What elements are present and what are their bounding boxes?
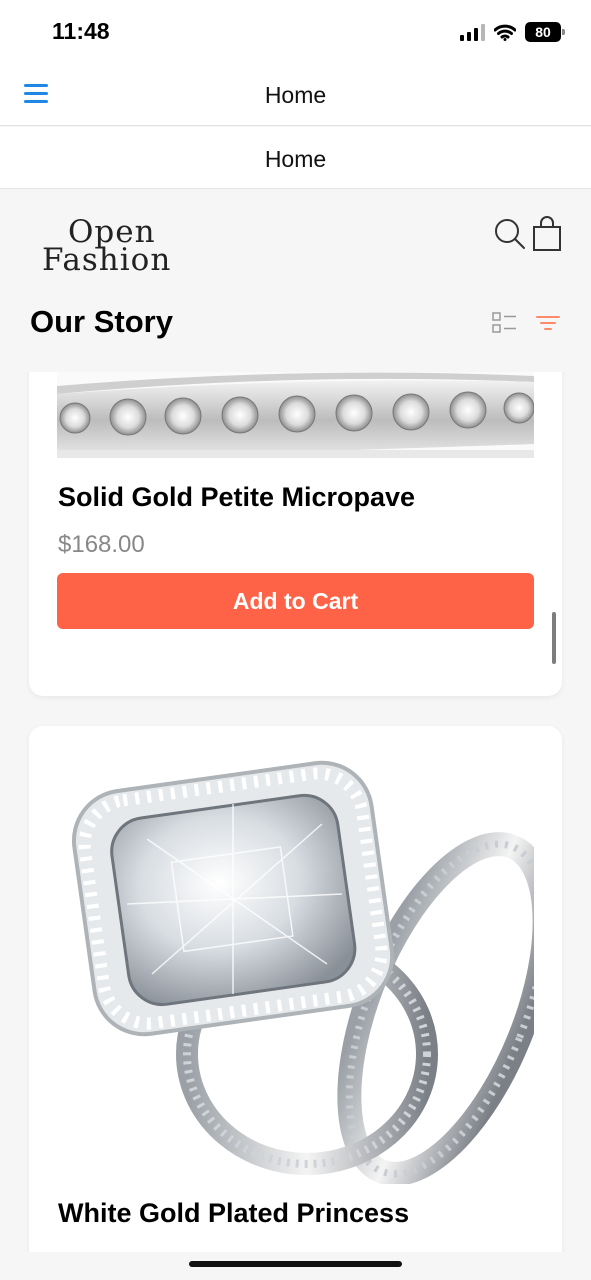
scroll-indicator[interactable] — [552, 612, 556, 664]
nav-header: Home — [0, 62, 591, 126]
product-feed[interactable]: Solid Gold Petite Micropave $168.00 Add … — [0, 372, 591, 1252]
status-bar: 11:48 80 — [0, 0, 591, 62]
wifi-icon — [494, 24, 516, 41]
product-name[interactable]: Solid Gold Petite Micropave — [58, 482, 415, 513]
cellular-signal-icon — [460, 23, 485, 41]
logo-line-2: Fashion — [42, 242, 172, 278]
sub-header: Home — [0, 127, 591, 189]
add-to-cart-button[interactable]: Add to Cart — [57, 573, 534, 629]
product-card[interactable]: Solid Gold Petite Micropave $168.00 Add … — [29, 372, 562, 696]
diamond-band-ring-image[interactable] — [57, 372, 534, 458]
status-indicators: 80 — [460, 20, 565, 44]
product-name[interactable]: White Gold Plated Princess — [58, 1198, 409, 1229]
shopping-bag-icon[interactable] — [532, 216, 562, 252]
search-icon[interactable] — [494, 218, 526, 250]
home-indicator — [189, 1261, 402, 1267]
battery-level: 80 — [535, 24, 551, 40]
list-view-icon[interactable] — [492, 312, 518, 334]
page-title: Our Story — [30, 304, 173, 339]
status-time: 11:48 — [52, 18, 110, 44]
filter-icon[interactable] — [536, 314, 560, 332]
cushion-cut-engagement-ring-set-image[interactable] — [57, 754, 534, 1184]
brand-logo: Open Fashion — [42, 215, 192, 281]
nav-title: Home — [264, 82, 327, 108]
product-card[interactable]: White Gold Plated Princess — [29, 726, 562, 1252]
battery-icon: 80 — [525, 22, 565, 42]
sub-header-title: Home — [264, 146, 327, 172]
product-price: $168.00 — [58, 531, 145, 558]
